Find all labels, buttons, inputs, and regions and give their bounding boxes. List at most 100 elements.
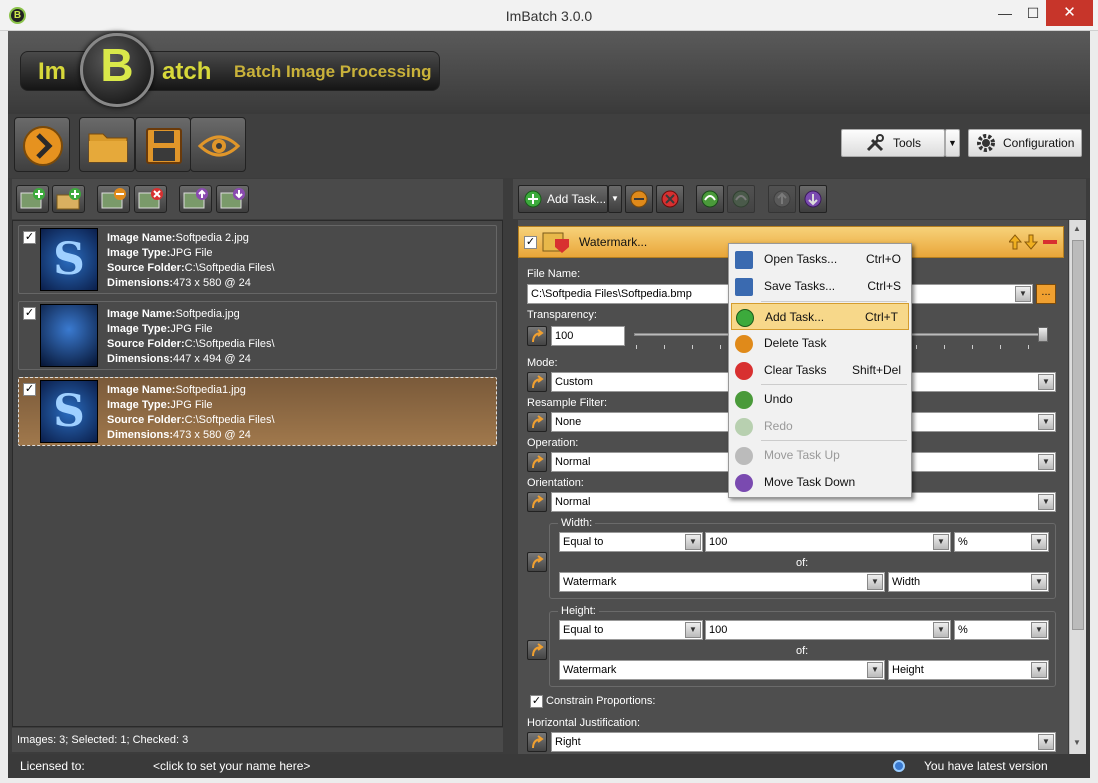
menu-item-save-tasks[interactable]: Save Tasks... Ctrl+S xyxy=(729,273,911,300)
height-option-button[interactable] xyxy=(527,640,547,660)
save-button[interactable] xyxy=(135,117,191,172)
image-thumbnail xyxy=(40,304,98,367)
list-item-selected[interactable]: ✓ S Image Name:Softpedia1.jpg Image Type… xyxy=(18,377,497,446)
remove-task-icon xyxy=(1043,240,1057,244)
minus-circle-icon xyxy=(630,190,648,208)
orientation-option-button[interactable] xyxy=(527,492,547,512)
hjust-select[interactable]: Right ▼ xyxy=(551,732,1056,752)
move-task-down-button[interactable] xyxy=(799,185,827,213)
chevron-down-icon: ▼ xyxy=(685,534,701,550)
height-of-dimension-select[interactable]: Height ▼ xyxy=(888,660,1049,680)
arrow-up-circle-icon xyxy=(735,447,753,465)
undo-icon xyxy=(735,391,753,409)
height-of-source-select[interactable]: Watermark ▼ xyxy=(559,660,885,680)
menu-item-redo[interactable]: Redo xyxy=(729,413,911,440)
image-checkbox[interactable]: ✓ xyxy=(23,383,36,396)
image-thumbnail: S xyxy=(40,380,98,443)
configuration-label: Configuration xyxy=(1003,136,1075,150)
clear-tasks-button[interactable] xyxy=(656,185,684,213)
task-enabled-checkbox[interactable]: ✓ xyxy=(524,236,537,249)
add-circle-icon xyxy=(736,309,754,327)
chevron-down-icon: ▼ xyxy=(867,574,883,590)
maximize-button[interactable]: ☐ xyxy=(1018,0,1048,26)
menu-item-move-task-up[interactable]: Move Task Up xyxy=(729,442,911,469)
menu-item-delete-task[interactable]: Delete Task xyxy=(729,330,911,357)
move-image-up-button[interactable] xyxy=(179,185,212,213)
move-task-up-button[interactable] xyxy=(768,185,796,213)
list-item[interactable]: ✓ Image Name:Softpedia.jpg Image Type:JP… xyxy=(18,301,497,370)
add-task-dropdown[interactable]: ▼ xyxy=(608,185,622,213)
width-of-dimension-select[interactable]: Width ▼ xyxy=(888,572,1049,592)
width-condition-select[interactable]: Equal to ▼ xyxy=(559,532,703,552)
task-scrollbar[interactable]: ▲ ▼ xyxy=(1069,220,1086,754)
arrow-down-circle-icon xyxy=(804,190,822,208)
menu-item-undo[interactable]: Undo xyxy=(729,386,911,413)
hjust-option-button[interactable] xyxy=(527,732,547,752)
image-type: JPG File xyxy=(170,399,213,411)
menu-item-add-task[interactable]: Add Task... Ctrl+T xyxy=(731,303,909,330)
menu-item-move-task-down[interactable]: Move Task Down xyxy=(729,469,911,496)
task-title: Watermark... xyxy=(579,235,648,249)
add-folder-button[interactable] xyxy=(52,185,85,213)
width-option-button[interactable] xyxy=(527,552,547,572)
undo-button[interactable] xyxy=(696,185,724,213)
image-dimensions: 473 x 580 @ 24 xyxy=(173,429,251,441)
move-image-down-button[interactable] xyxy=(216,185,249,213)
tools-dropdown-button[interactable]: ▼ xyxy=(945,129,960,157)
configuration-button[interactable]: Configuration xyxy=(968,129,1082,157)
arrow-up-icon xyxy=(1009,234,1023,250)
menu-item-clear-tasks[interactable]: Clear Tasks Shift+Del xyxy=(729,357,911,384)
image-dimensions: 473 x 580 @ 24 xyxy=(173,277,251,289)
tools-label: Tools xyxy=(893,136,922,150)
transparency-input[interactable]: 100 xyxy=(551,326,625,346)
logo-text-im: Im xyxy=(38,58,67,85)
undo-icon xyxy=(701,190,719,208)
open-folder-button[interactable] xyxy=(79,117,135,172)
scrollbar-thumb[interactable] xyxy=(1072,240,1084,630)
list-item[interactable]: ✓ S Image Name:Softpedia 2.jpg Image Typ… xyxy=(18,225,497,294)
clear-images-button[interactable] xyxy=(134,185,167,213)
transparency-slider-thumb[interactable] xyxy=(1038,327,1048,342)
floppy-disk-icon xyxy=(146,128,182,164)
browse-button[interactable]: ... xyxy=(1036,284,1056,304)
operation-option-button[interactable] xyxy=(527,452,547,472)
chevron-down-icon: ▼ xyxy=(1031,574,1047,590)
tools-button[interactable]: Tools xyxy=(841,129,945,157)
height-condition-select[interactable]: Equal to ▼ xyxy=(559,620,703,640)
redo-button[interactable] xyxy=(727,185,755,213)
app-icon[interactable]: B xyxy=(9,7,26,24)
arrow-up-circle-icon xyxy=(773,190,791,208)
curved-arrow-icon xyxy=(532,455,544,469)
logo-text-b: B xyxy=(100,39,134,91)
task-header-controls[interactable] xyxy=(1009,233,1059,253)
curved-arrow-icon xyxy=(532,643,544,657)
constrain-proportions-label: Constrain Proportions: xyxy=(546,695,656,707)
resample-option-button[interactable] xyxy=(527,412,547,432)
minimize-button[interactable]: — xyxy=(990,0,1020,26)
preview-button[interactable] xyxy=(190,117,246,172)
remove-image-button[interactable] xyxy=(97,185,130,213)
image-checkbox[interactable]: ✓ xyxy=(23,231,36,244)
context-menu: Open Tasks... Ctrl+O Save Tasks... Ctrl+S … xyxy=(728,243,912,498)
file-name-label: File Name: xyxy=(527,268,581,280)
width-unit-select[interactable]: % ▼ xyxy=(954,532,1049,552)
width-value-input[interactable]: 100 ▼ xyxy=(705,532,951,552)
delete-task-button[interactable] xyxy=(625,185,653,213)
add-images-button[interactable] xyxy=(16,185,49,213)
transparency-option-button[interactable] xyxy=(527,326,547,346)
height-unit-select[interactable]: % ▼ xyxy=(954,620,1049,640)
run-button[interactable] xyxy=(14,117,70,172)
logo-text-atch: atch xyxy=(162,58,212,85)
width-of-source-select[interactable]: Watermark ▼ xyxy=(559,572,885,592)
remove-image-icon xyxy=(101,188,126,209)
height-value-input[interactable]: 100 ▼ xyxy=(705,620,951,640)
mode-option-button[interactable] xyxy=(527,372,547,392)
add-task-button[interactable]: Add Task... xyxy=(518,185,608,213)
image-checkbox[interactable]: ✓ xyxy=(23,307,36,320)
update-status-icon xyxy=(893,760,905,772)
licensed-to-value[interactable]: <click to set your name here> xyxy=(153,754,310,778)
curved-arrow-icon xyxy=(532,555,544,569)
constrain-proportions-checkbox[interactable]: ✓ xyxy=(530,695,543,708)
menu-item-open-tasks[interactable]: Open Tasks... Ctrl+O xyxy=(729,246,911,273)
close-button[interactable]: ✕ xyxy=(1046,0,1093,26)
